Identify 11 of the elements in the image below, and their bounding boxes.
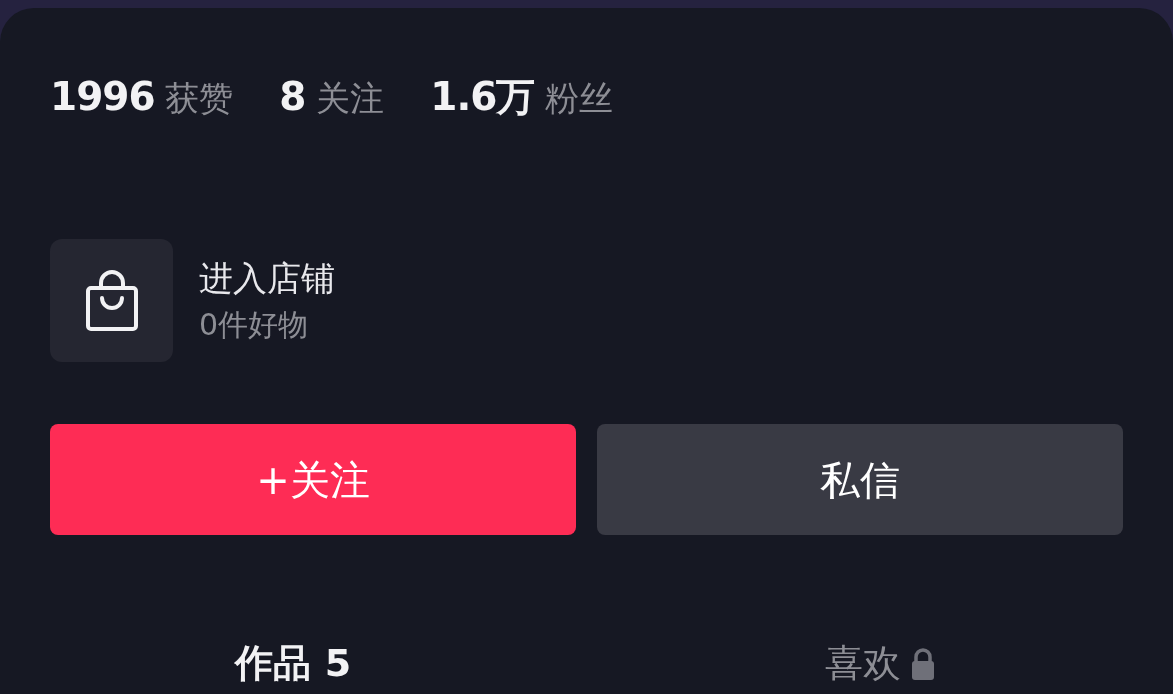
stat-text[interactable]: 8 关注: [279, 75, 385, 119]
message-button[interactable]: 私信: [597, 424, 1123, 535]
follow-button[interactable]: +关注: [50, 424, 576, 535]
shop-button[interactable]: [50, 239, 173, 362]
tab[interactable]: 喜欢: [586, 635, 1173, 692]
item-count: 0件好物: [199, 306, 310, 343]
shop-title[interactable]: 进入店铺: [199, 258, 335, 299]
tab[interactable]: 作品 5: [0, 635, 587, 692]
stat-text[interactable]: 1.6万 粉丝: [430, 75, 614, 119]
stat-text[interactable]: 1996 获赞: [50, 75, 234, 119]
shopping-bag-icon: [83, 269, 140, 332]
